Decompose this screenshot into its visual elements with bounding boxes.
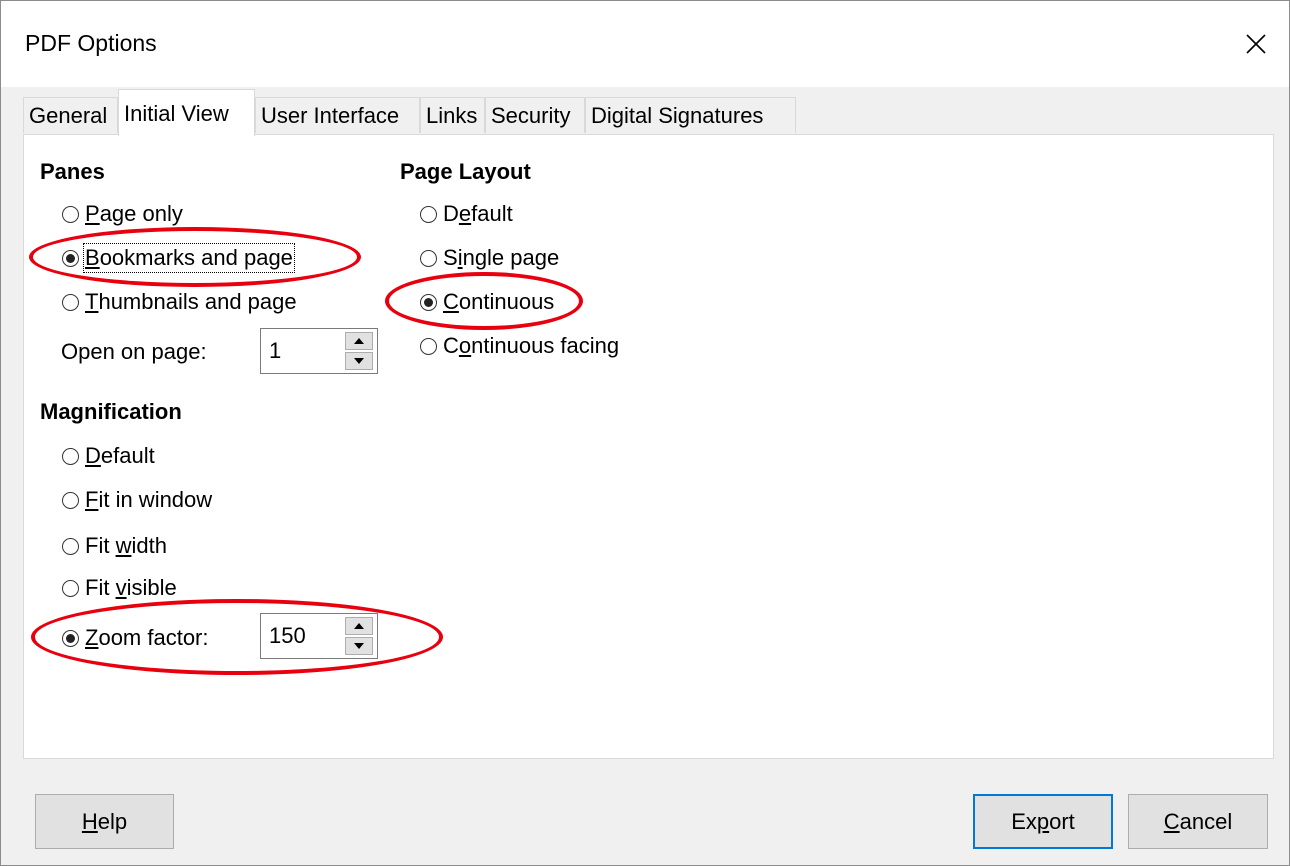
tab-security[interactable]: Security <box>485 97 585 133</box>
radio-page-only[interactable]: Page only <box>62 201 183 227</box>
window-title: PDF Options <box>25 30 157 56</box>
tab-initial-view[interactable]: Initial View <box>118 89 255 136</box>
radio-fit-visible[interactable]: Fit visible <box>62 575 177 601</box>
spin-down-button[interactable] <box>345 352 373 370</box>
radio-button-selected[interactable] <box>62 249 79 267</box>
export-button[interactable]: Export <box>973 794 1113 849</box>
tab-general[interactable]: General <box>23 97 118 133</box>
close-icon <box>1246 34 1266 54</box>
radio-layout-default[interactable]: Default <box>420 201 513 227</box>
magnification-heading: Magnification <box>40 399 182 424</box>
tab-links[interactable]: Links <box>420 97 485 133</box>
arrow-up-icon <box>354 338 364 344</box>
radio-fit-in-window[interactable]: Fit in window <box>62 487 212 513</box>
open-on-page-label: Open on page: <box>61 339 207 364</box>
option-label: Default <box>85 443 155 468</box>
spin-down-button[interactable] <box>345 637 373 655</box>
title-bar: PDF Options <box>1 1 1289 87</box>
radio-button[interactable] <box>62 537 79 555</box>
option-label: Zoom factor: <box>85 625 209 650</box>
radio-mag-default[interactable]: Default <box>62 443 155 469</box>
radio-bookmarks-and-page[interactable]: Bookmarks and page <box>62 243 295 273</box>
panes-heading: Panes <box>40 159 105 184</box>
radio-button[interactable] <box>420 337 437 355</box>
radio-button[interactable] <box>62 205 79 223</box>
arrow-up-icon <box>354 623 364 629</box>
option-label: Continuous facing <box>443 333 620 358</box>
zoom-factor-spinner[interactable]: 150 <box>260 613 378 659</box>
page-layout-heading: Page Layout <box>400 159 531 184</box>
radio-single-page[interactable]: Single page <box>420 245 559 271</box>
radio-button[interactable] <box>62 491 79 509</box>
option-label: Fit visible <box>85 575 177 600</box>
option-label: Continuous <box>443 289 555 314</box>
radio-button[interactable] <box>62 447 79 465</box>
help-button[interactable]: Help <box>35 794 174 849</box>
radio-continuous-facing[interactable]: Continuous facing <box>420 333 619 359</box>
open-on-page-spinner[interactable]: 1 <box>260 328 378 374</box>
pdf-options-dialog: PDF Options General Initial View User In… <box>0 0 1290 866</box>
tab-digital-signatures[interactable]: Digital Signatures <box>585 97 796 133</box>
spin-up-button[interactable] <box>345 332 373 350</box>
radio-button-selected[interactable] <box>62 629 79 647</box>
radio-zoom-factor[interactable]: Zoom factor: <box>62 625 209 651</box>
option-label: Fit in window <box>85 487 213 512</box>
radio-thumbnails-and-page[interactable]: Thumbnails and page <box>62 289 297 315</box>
option-label: Thumbnails and page <box>85 289 297 314</box>
cancel-button[interactable]: Cancel <box>1128 794 1268 849</box>
radio-button[interactable] <box>420 249 437 267</box>
radio-button[interactable] <box>62 293 79 311</box>
option-label: Bookmarks and page <box>83 243 295 273</box>
radio-continuous[interactable]: Continuous <box>420 289 554 315</box>
option-label: Fit width <box>85 533 167 558</box>
option-label: Default <box>443 201 513 226</box>
option-label: Single page <box>443 245 560 270</box>
arrow-down-icon <box>354 643 364 649</box>
radio-button-selected[interactable] <box>420 293 437 311</box>
close-button[interactable] <box>1233 21 1279 67</box>
initial-view-panel: Panes Page only Bookmarks and page Thumb… <box>23 134 1274 759</box>
open-on-page-value[interactable]: 1 <box>269 329 281 373</box>
radio-fit-width[interactable]: Fit width <box>62 533 167 559</box>
arrow-down-icon <box>354 358 364 364</box>
spin-up-button[interactable] <box>345 617 373 635</box>
zoom-factor-value[interactable]: 150 <box>269 614 306 658</box>
option-label: Page only <box>85 201 183 226</box>
tab-user-interface[interactable]: User Interface <box>255 97 420 133</box>
radio-button[interactable] <box>62 579 79 597</box>
radio-button[interactable] <box>420 205 437 223</box>
